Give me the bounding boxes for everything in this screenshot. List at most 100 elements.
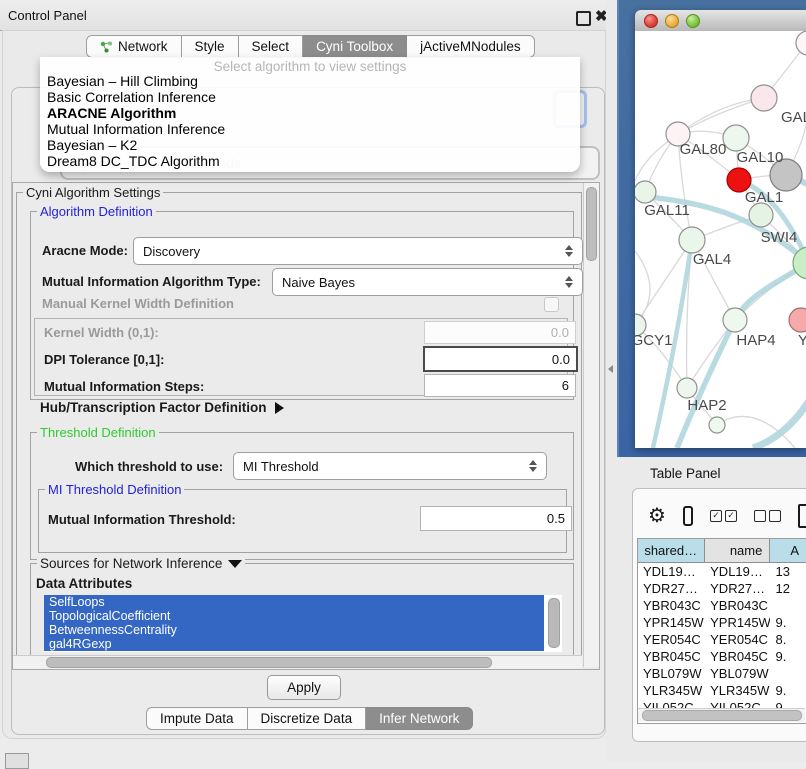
tab-discretize-data[interactable]: Discretize Data bbox=[248, 707, 367, 730]
select-all-checks-icon[interactable]: ✓✓ bbox=[710, 510, 737, 522]
aracne-mode-combo[interactable]: Discovery bbox=[133, 237, 583, 265]
tab-impute-data[interactable]: Impute Data bbox=[146, 707, 248, 730]
column-header[interactable]: shared… bbox=[638, 539, 705, 563]
dropdown-item[interactable]: Dream8 DC_TDC Algorithm bbox=[45, 153, 575, 169]
tab-cyni-toolbox[interactable]: Cyni Toolbox bbox=[303, 35, 407, 58]
node-hap4[interactable] bbox=[723, 308, 747, 332]
node-label-gal80: GAL80 bbox=[680, 141, 727, 158]
mi-threshold-field[interactable]: 0.5 bbox=[420, 506, 572, 531]
table-cell bbox=[770, 665, 806, 682]
table-cell: 8. bbox=[770, 631, 806, 648]
dropdown-prompt: Select algorithm to view settings bbox=[40, 59, 580, 74]
kernel-width-field[interactable]: 0.0 bbox=[424, 321, 576, 344]
table-cell: YDL19… bbox=[705, 563, 770, 580]
dropdown-item[interactable]: Basic Correlation Inference bbox=[45, 89, 575, 105]
control-panel-titlebar: Control Panel ✖ bbox=[0, 0, 606, 31]
tab-label: Infer Network bbox=[379, 711, 459, 726]
minimize-traffic-icon[interactable] bbox=[665, 14, 679, 28]
mi-steps-field[interactable]: 6 bbox=[424, 374, 576, 397]
table-row[interactable]: YBR045CYBR045C9. bbox=[638, 648, 806, 665]
data-attributes-label: Data Attributes bbox=[36, 576, 132, 591]
table-row[interactable]: YLR345WYLR345W9. bbox=[638, 682, 806, 699]
apply-button[interactable]: Apply bbox=[267, 675, 341, 700]
node-table[interactable]: shared…nameA YDL19…YDL19…13YDR27…YDR27…1… bbox=[637, 538, 806, 724]
settings-horizontal-scrollbar-thumb[interactable] bbox=[46, 657, 492, 668]
combo-stepper-icon bbox=[529, 460, 537, 472]
mi-type-combo[interactable]: Naive Bayes bbox=[272, 268, 583, 296]
sources-title: Sources for Network Inference bbox=[40, 556, 222, 571]
column-header[interactable]: A bbox=[770, 539, 806, 563]
attribute-list-scrollbar[interactable] bbox=[548, 598, 560, 648]
tab-infer-network[interactable]: Infer Network bbox=[366, 707, 473, 730]
dropdown-item[interactable]: Bayesian – Hill Climbing bbox=[45, 73, 575, 89]
dpi-tolerance-value: 0.0 bbox=[552, 352, 570, 367]
mi-type-label: Mutual Information Algorithm Type: bbox=[42, 274, 261, 289]
hub-definition-toggle[interactable]: Hub/Transcription Factor Definition bbox=[40, 400, 284, 415]
node-pink-right[interactable] bbox=[789, 308, 806, 332]
mi-steps-value: 6 bbox=[562, 378, 569, 393]
zoom-traffic-icon[interactable] bbox=[686, 14, 700, 28]
panel-divider[interactable] bbox=[606, 0, 617, 762]
document-icon[interactable] bbox=[798, 504, 806, 528]
deselect-all-checks-icon[interactable] bbox=[754, 510, 781, 522]
dpi-tolerance-field[interactable]: 0.0 bbox=[423, 346, 578, 372]
tab-style[interactable]: Style bbox=[182, 35, 239, 58]
dropdown-item[interactable]: ARACNE Algorithm bbox=[45, 105, 575, 121]
attribute-item-selected[interactable]: BetweennessCentrality bbox=[44, 623, 544, 637]
column-header[interactable]: name bbox=[705, 539, 770, 563]
dropdown-item[interactable]: Mutual Information Inference bbox=[45, 121, 575, 137]
tab-jactivemnodules[interactable]: jActiveMNodules bbox=[407, 35, 535, 58]
node-below-gal1[interactable] bbox=[749, 203, 773, 227]
tab-network[interactable]: Network bbox=[86, 35, 182, 58]
divider-collapse-icon[interactable] bbox=[608, 365, 613, 373]
node-gal4[interactable] bbox=[679, 227, 705, 253]
table-row[interactable]: YBL079WYBL079W bbox=[638, 665, 806, 682]
network-view-window: GALGAL80GAL10GAL1GAL11SWI4GAL4GCY1HAP4YH… bbox=[635, 10, 806, 448]
collapsed-arrow-icon bbox=[275, 402, 284, 414]
node-top-partial[interactable] bbox=[796, 31, 806, 55]
table-cell: YBR045C bbox=[705, 648, 770, 665]
gear-icon[interactable]: ⚙ bbox=[648, 506, 666, 526]
manual-kernel-checkbox[interactable] bbox=[544, 297, 559, 312]
node-hap2[interactable] bbox=[677, 378, 697, 398]
node-label-y: Y bbox=[798, 332, 806, 349]
float-window-icon[interactable] bbox=[576, 11, 591, 26]
which-threshold-combo[interactable]: MI Threshold bbox=[233, 452, 547, 480]
table-cell: YBR045C bbox=[638, 648, 705, 665]
network-canvas[interactable]: GALGAL80GAL10GAL1GAL11SWI4GAL4GCY1HAP4YH… bbox=[635, 31, 806, 448]
table-cell bbox=[770, 597, 806, 614]
table-row[interactable]: YPR145WYPR145W9. bbox=[638, 614, 806, 631]
table-row[interactable]: YDL19…YDL19…13 bbox=[638, 563, 806, 580]
tab-label: jActiveMNodules bbox=[420, 39, 521, 54]
table-horizontal-scrollbar-thumb[interactable] bbox=[642, 710, 802, 721]
node-gal-top[interactable] bbox=[751, 85, 777, 111]
dock-button-fragment[interactable] bbox=[5, 753, 29, 769]
attribute-item-selected[interactable]: TopologicalCoefficient bbox=[44, 609, 544, 623]
table-row[interactable]: YBR043CYBR043C bbox=[638, 597, 806, 614]
dropdown-item[interactable]: Bayesian – K2 bbox=[45, 137, 575, 153]
node-label-gcy1: GCY1 bbox=[635, 332, 672, 349]
mi-steps-label: Mutual Information Steps: bbox=[44, 379, 204, 394]
node-label-gal1: GAL1 bbox=[745, 189, 783, 206]
table-row[interactable]: YER054CYER054C8. bbox=[638, 631, 806, 648]
tab-select[interactable]: Select bbox=[239, 35, 304, 58]
node-bottom-partial[interactable] bbox=[709, 417, 725, 433]
kernel-width-label: Kernel Width (0,1): bbox=[44, 325, 159, 340]
mi-threshold-label: Mutual Information Threshold: bbox=[48, 512, 236, 527]
bottom-tab-bar: Impute DataDiscretize Data Infer Network bbox=[146, 707, 473, 730]
group-title: Algorithm Definition bbox=[37, 204, 156, 219]
table-cell: YER054C bbox=[705, 631, 770, 648]
columns-icon[interactable] bbox=[683, 506, 693, 526]
attribute-item-selected[interactable]: SelfLoops bbox=[44, 595, 544, 609]
table-row[interactable]: YDR27…YDR27…12 bbox=[638, 580, 806, 597]
attribute-item-selected[interactable]: gal4RGexp bbox=[44, 637, 544, 651]
data-attributes-list[interactable]: SelfLoopsTopologicalCoefficientBetweenne… bbox=[44, 595, 562, 652]
sources-toggle[interactable]: Sources for Network Inference bbox=[37, 556, 245, 571]
settings-vertical-scrollbar-thumb[interactable] bbox=[586, 187, 597, 261]
node-gal11[interactable] bbox=[635, 181, 656, 203]
close-traffic-icon[interactable] bbox=[644, 14, 658, 28]
node-gal10[interactable] bbox=[723, 125, 749, 151]
network-window-titlebar[interactable] bbox=[635, 10, 806, 32]
top-tab-bar: NetworkStyleSelectCyni Toolbox jActiveMNo… bbox=[86, 35, 535, 58]
table-cell: YBR043C bbox=[638, 597, 705, 614]
